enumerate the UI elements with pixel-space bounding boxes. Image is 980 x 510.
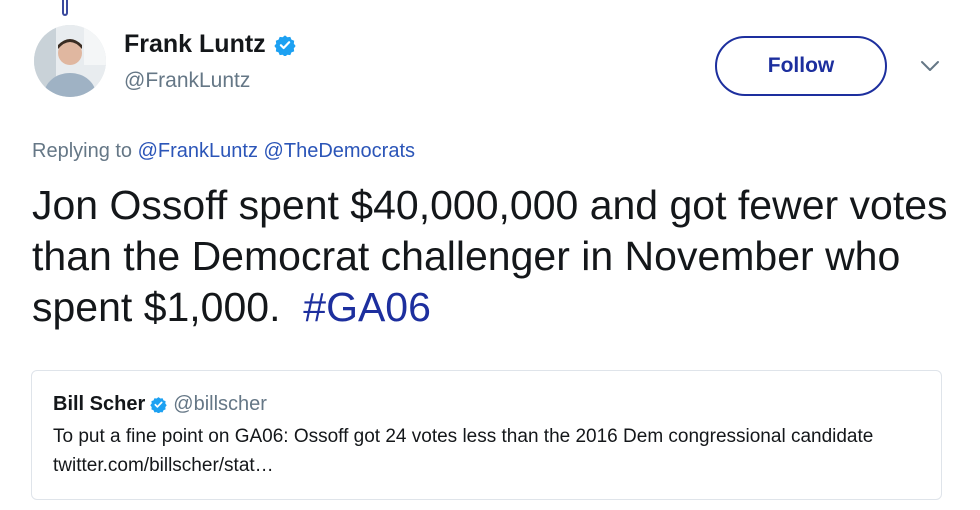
mention-thedemocrats[interactable]: @TheDemocrats bbox=[264, 140, 415, 162]
mention-franklunts[interactable]: @FrankLuntz bbox=[138, 140, 258, 162]
quoted-tweet-text: To put a fine point on GA06: Ossoff got … bbox=[53, 426, 874, 476]
quoted-tweet[interactable]: Bill Scher @billscher To put a fine poin… bbox=[31, 370, 942, 500]
tweet-text: Jon Ossoff spent $40,000,000 and got few… bbox=[32, 180, 952, 333]
quoted-author-name: Bill Scher bbox=[53, 393, 146, 415]
avatar[interactable] bbox=[34, 25, 106, 97]
hashtag-link[interactable]: #GA06 bbox=[303, 284, 431, 330]
verified-badge-icon bbox=[150, 397, 167, 413]
follow-button[interactable]: Follow bbox=[715, 36, 887, 96]
tweet-container: Frank Luntz @FrankLuntz Follow Replying … bbox=[0, 0, 980, 510]
verified-badge-icon bbox=[274, 34, 296, 56]
replying-prefix: Replying to bbox=[32, 140, 133, 162]
chevron-down-icon[interactable] bbox=[918, 56, 942, 76]
quoted-author-handle: @billscher bbox=[173, 393, 267, 415]
author-name-row[interactable]: Frank Luntz bbox=[124, 30, 296, 59]
author-name[interactable]: Frank Luntz bbox=[124, 30, 266, 59]
thread-connector bbox=[62, 0, 68, 16]
author-handle[interactable]: @FrankLuntz bbox=[124, 69, 250, 93]
quoted-tweet-header: Bill Scher @billscher bbox=[53, 393, 920, 416]
replying-to: Replying to @FrankLuntz @TheDemocrats bbox=[32, 140, 415, 163]
tweet-body: Jon Ossoff spent $40,000,000 and got few… bbox=[32, 182, 959, 330]
